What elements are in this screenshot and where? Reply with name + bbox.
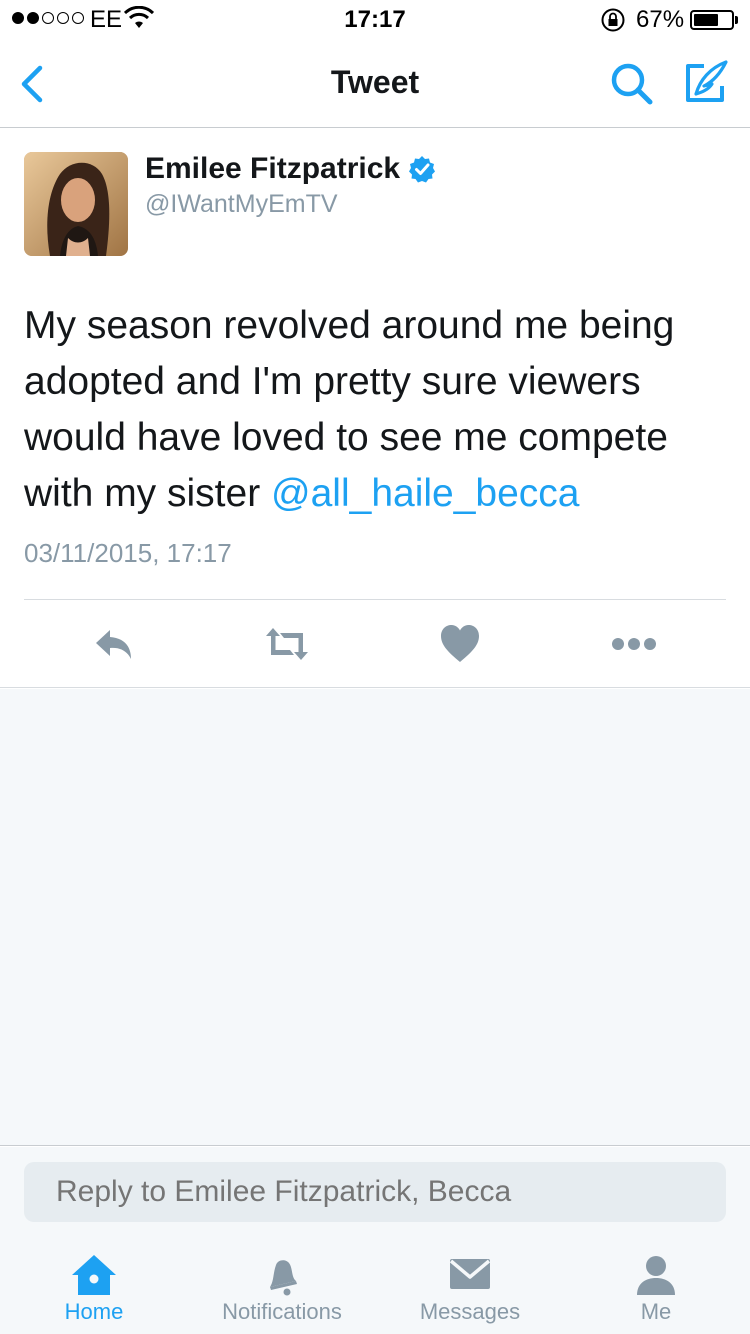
reply-icon[interactable] — [92, 622, 136, 666]
tab-me[interactable]: Me — [618, 1235, 694, 1334]
verified-badge-icon — [409, 156, 436, 183]
tab-label: Home — [64, 1299, 124, 1324]
tab-label: Notifications — [222, 1299, 342, 1324]
like-icon[interactable] — [438, 622, 482, 666]
tweet-actions — [0, 600, 750, 688]
author-name-text: Emilee Fitzpatrick — [145, 152, 401, 185]
envelope-icon — [449, 1259, 491, 1289]
tab-home[interactable]: Home — [40, 1235, 148, 1334]
navigation-bar: Tweet — [0, 40, 750, 128]
reply-bar — [0, 1147, 750, 1235]
replies-area — [0, 689, 750, 1146]
more-icon[interactable] — [610, 622, 658, 666]
mention-link[interactable]: @all_haile_becca — [271, 472, 579, 515]
author-handle[interactable]: @IWantMyEmTV — [145, 190, 338, 219]
tweet-detail: Emilee Fitzpatrick @IWantMyEmTV My seaso… — [0, 128, 750, 688]
battery-icon — [690, 10, 734, 30]
tab-notifications[interactable]: Notifications — [206, 1235, 358, 1334]
status-bar: EE 17:17 67% — [0, 0, 750, 40]
home-icon — [72, 1255, 116, 1295]
compose-icon[interactable] — [682, 58, 730, 106]
avatar[interactable] — [24, 152, 128, 256]
battery-percent: 67% — [636, 6, 685, 33]
reply-input[interactable] — [24, 1162, 726, 1222]
tab-label: Messages — [419, 1299, 521, 1324]
rotation-lock-icon — [601, 8, 625, 32]
person-icon — [637, 1256, 675, 1295]
tab-messages[interactable]: Messages — [406, 1235, 534, 1334]
bell-icon — [270, 1260, 297, 1296]
author-name[interactable]: Emilee Fitzpatrick — [145, 152, 436, 186]
tab-label: Me — [640, 1299, 672, 1324]
tweet-text: My season revolved around me being adopt… — [24, 298, 724, 522]
search-icon[interactable] — [608, 60, 656, 108]
tab-bar: Home Notifications Messages Me — [0, 1235, 750, 1334]
retweet-icon[interactable] — [262, 622, 312, 666]
tweet-timestamp: 03/11/2015, 17:17 — [24, 538, 232, 568]
